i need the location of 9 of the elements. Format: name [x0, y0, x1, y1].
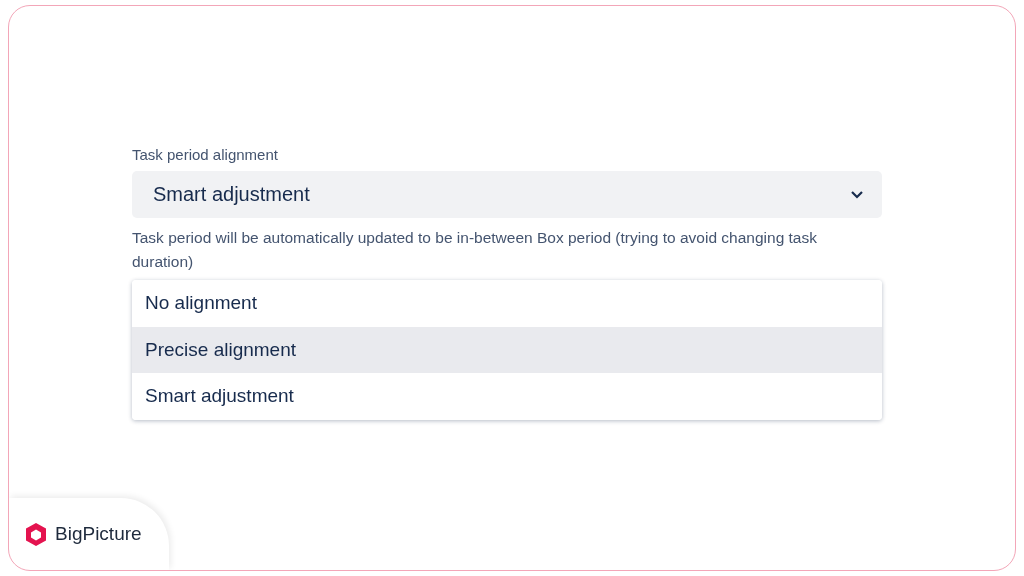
field-label: Task period alignment — [132, 146, 279, 163]
menu-option[interactable]: No alignment — [132, 280, 882, 327]
chevron-down-icon — [850, 190, 864, 199]
brand-name: BigPicture — [55, 523, 142, 545]
hexagon-logo-icon — [25, 521, 47, 547]
menu-option[interactable]: Smart adjustment — [132, 373, 882, 420]
select-field[interactable]: Smart adjustment — [132, 171, 882, 218]
menu-option[interactable]: Precise alignment — [132, 326, 882, 373]
help-text: Task period will be automatically updated to be in-between Box period (trying to avoid changing task duration) — [132, 228, 818, 272]
